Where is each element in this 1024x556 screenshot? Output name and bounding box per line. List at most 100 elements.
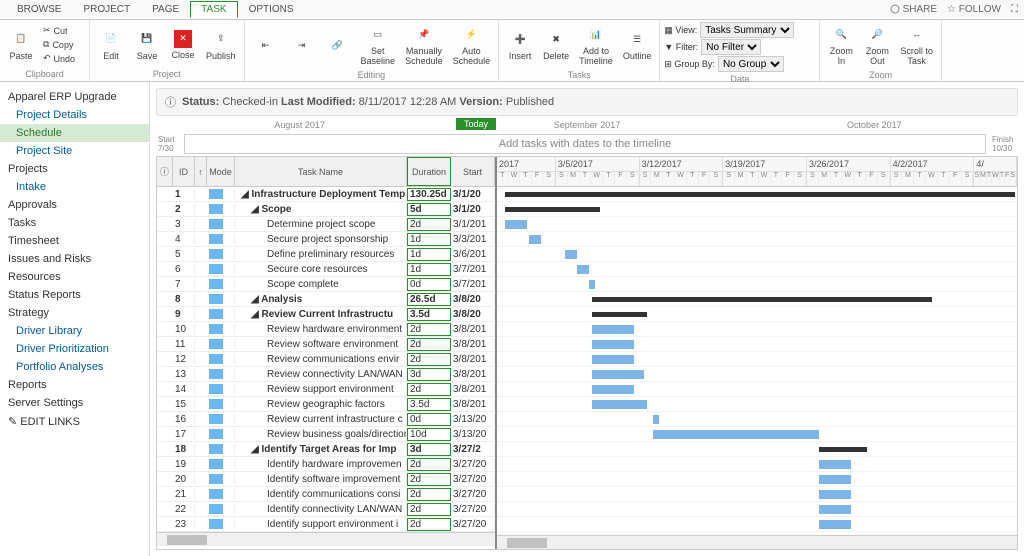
col-name[interactable]: Task Name <box>235 157 407 186</box>
table-row[interactable]: 12Review communications envir2d3/8/201 <box>157 352 495 367</box>
sidebar-item[interactable]: Tasks <box>0 214 149 232</box>
follow-button[interactable]: ☆ FOLLOW <box>947 4 1001 15</box>
table-row[interactable]: 8◢ Analysis26.5d3/8/20 <box>157 292 495 307</box>
table-row[interactable]: 16Review current infrastructure c0d3/13/… <box>157 412 495 427</box>
gantt-bar[interactable] <box>819 520 851 529</box>
gantt-bar[interactable] <box>505 220 527 229</box>
gantt-row[interactable] <box>497 232 1017 247</box>
fullscreen-icon[interactable]: ⛶ <box>1011 4 1018 15</box>
publish-button[interactable]: ⇪Publish <box>202 27 240 63</box>
filter-select[interactable]: No Filter <box>701 39 761 55</box>
gantt-row[interactable] <box>497 427 1017 442</box>
sidebar-item[interactable]: Portfolio Analyses <box>0 358 149 376</box>
gantt-bar[interactable] <box>592 312 647 317</box>
sidebar-item[interactable]: Intake <box>0 178 149 196</box>
col-id[interactable]: ID <box>173 157 195 186</box>
timeline-body[interactable]: Add tasks with dates to the timeline <box>184 134 986 154</box>
table-row[interactable]: 7Scope complete0d3/7/201 <box>157 277 495 292</box>
table-row[interactable]: 15Review geographic factors3.5d3/8/201 <box>157 397 495 412</box>
sidebar-item[interactable]: Schedule <box>0 124 149 142</box>
table-row[interactable]: 10Review hardware environment2d3/8/201 <box>157 322 495 337</box>
gantt-row[interactable] <box>497 307 1017 322</box>
gantt-bar[interactable] <box>565 250 577 259</box>
manual-schedule-button[interactable]: 📌Manually Schedule <box>401 22 447 68</box>
gantt-bar[interactable] <box>592 355 634 364</box>
sidebar-item[interactable]: Status Reports <box>0 286 149 304</box>
sidebar-item[interactable]: Apparel ERP Upgrade <box>0 88 149 106</box>
gantt-row[interactable] <box>497 187 1017 202</box>
sidebar-item[interactable]: Driver Library <box>0 322 149 340</box>
auto-schedule-button[interactable]: ⚡Auto Schedule <box>449 22 495 68</box>
copy-button[interactable]: ⧉ Copy <box>40 38 78 51</box>
share-button[interactable]: SHARE <box>890 4 937 15</box>
col-sort[interactable]: ↑ <box>195 157 207 186</box>
gantt-row[interactable] <box>497 202 1017 217</box>
sidebar-item[interactable]: Issues and Risks <box>0 250 149 268</box>
table-row[interactable]: 11Review software environment2d3/8/201 <box>157 337 495 352</box>
grid-hscroll[interactable] <box>157 532 495 546</box>
tab-task[interactable]: TASK <box>190 1 237 18</box>
table-row[interactable]: 9◢ Review Current Infrastructu3.5d3/8/20 <box>157 307 495 322</box>
tab-page[interactable]: PAGE <box>141 1 190 18</box>
group-select[interactable]: No Group <box>718 56 784 72</box>
table-row[interactable]: 19Identify hardware improvemen2d3/27/20 <box>157 457 495 472</box>
gantt-bar[interactable] <box>529 235 541 244</box>
table-row[interactable]: 1◢ Infrastructure Deployment Temp130.25d… <box>157 187 495 202</box>
insert-button[interactable]: ➕Insert <box>503 27 537 63</box>
table-row[interactable]: 2◢ Scope5d3/1/20 <box>157 202 495 217</box>
table-row[interactable]: 22Identify connectivity LAN/WAN2d3/27/20 <box>157 502 495 517</box>
table-row[interactable]: 14Review support environment2d3/8/201 <box>157 382 495 397</box>
table-row[interactable]: 5Define preliminary resources1d3/6/201 <box>157 247 495 262</box>
gantt-bar[interactable] <box>592 325 634 334</box>
gantt-row[interactable] <box>497 472 1017 487</box>
gantt-row[interactable] <box>497 277 1017 292</box>
sidebar-item[interactable]: Approvals <box>0 196 149 214</box>
gantt-bar[interactable] <box>577 265 589 274</box>
paste-button[interactable]: 📋Paste <box>4 27 38 63</box>
gantt-bar[interactable] <box>592 385 634 394</box>
gantt-bar[interactable] <box>592 400 647 409</box>
close-button[interactable]: ✕Close <box>166 28 200 62</box>
sidebar-item[interactable]: Timesheet <box>0 232 149 250</box>
gantt-hscroll[interactable] <box>497 535 1017 549</box>
zoom-in-button[interactable]: 🔍Zoom In <box>824 22 858 68</box>
delete-button[interactable]: ✖Delete <box>539 27 573 63</box>
table-row[interactable]: 18◢ Identify Target Areas for Imp3d3/27/… <box>157 442 495 457</box>
table-row[interactable]: 3Determine project scope2d3/1/201 <box>157 217 495 232</box>
gantt-bar[interactable] <box>505 207 600 212</box>
edit-button[interactable]: 📄Edit <box>94 27 128 63</box>
col-info[interactable]: ⓘ <box>157 157 173 186</box>
tab-options[interactable]: OPTIONS <box>238 1 305 18</box>
gantt-bar[interactable] <box>592 370 644 379</box>
table-row[interactable]: 20Identify software improvement2d3/27/20 <box>157 472 495 487</box>
cut-button[interactable]: ✂ Cut <box>40 24 78 37</box>
gantt-bar[interactable] <box>592 340 634 349</box>
sidebar-item[interactable]: Project Details <box>0 106 149 124</box>
col-mode[interactable]: Mode <box>207 157 235 186</box>
sidebar-item[interactable]: ✎ EDIT LINKS <box>0 412 149 431</box>
gantt-row[interactable] <box>497 247 1017 262</box>
gantt-bar[interactable] <box>653 415 659 424</box>
gantt-bar[interactable] <box>589 280 595 289</box>
sidebar-item[interactable]: Strategy <box>0 304 149 322</box>
gantt-row[interactable] <box>497 382 1017 397</box>
gantt-row[interactable] <box>497 442 1017 457</box>
table-row[interactable]: 23Identify support environment i2d3/27/2… <box>157 517 495 532</box>
gantt-bar[interactable] <box>819 447 867 452</box>
gantt-row[interactable] <box>497 322 1017 337</box>
sidebar-item[interactable]: Reports <box>0 376 149 394</box>
gantt-bar[interactable] <box>819 490 851 499</box>
gantt-bar[interactable] <box>819 460 851 469</box>
sidebar-item[interactable]: Server Settings <box>0 394 149 412</box>
gantt-bar[interactable] <box>653 430 819 439</box>
gantt-row[interactable] <box>497 397 1017 412</box>
table-row[interactable]: 6Secure core resources1d3/7/201 <box>157 262 495 277</box>
sidebar-item[interactable]: Projects <box>0 160 149 178</box>
gantt-row[interactable] <box>497 412 1017 427</box>
scroll-to-task-button[interactable]: ↔Scroll to Task <box>896 22 937 68</box>
indent-right-button[interactable]: ⇥ <box>285 33 319 57</box>
sidebar-item[interactable]: Driver Prioritization <box>0 340 149 358</box>
tab-project[interactable]: PROJECT <box>72 1 141 18</box>
undo-button[interactable]: ↶ Undo <box>40 52 78 65</box>
tab-browse[interactable]: BROWSE <box>6 1 72 18</box>
